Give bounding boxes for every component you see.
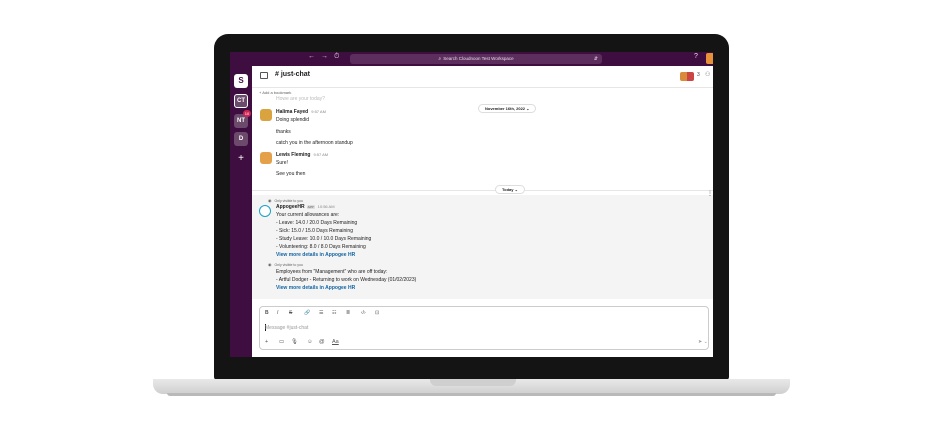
workspace-d[interactable]: D: [234, 132, 248, 146]
italic-button[interactable]: I: [277, 310, 278, 316]
workspace-rail: S CT NT 10 D +: [230, 66, 252, 357]
search-icon: ⌕: [438, 56, 442, 62]
video-clip-icon[interactable]: ▭: [279, 339, 284, 345]
message-text: - Leave: 14.0 / 20.0 Days Remaining: [276, 220, 358, 226]
forward-arrow-icon[interactable]: →: [321, 53, 328, 60]
ordered-list-icon[interactable]: ☰: [319, 310, 323, 316]
member-avatars[interactable]: [680, 72, 694, 81]
workspace-ct[interactable]: CT: [234, 94, 248, 108]
message-author[interactable]: Lewis Fleming 9:57 AM: [276, 152, 328, 158]
message-author[interactable]: Halima Fayed 9:57 AM: [276, 109, 326, 115]
send-icon[interactable]: ➤ ⌄: [698, 339, 708, 345]
message-text: - Sick: 15.0 / 15.0 Days Remaining: [276, 228, 353, 234]
history-icon[interactable]: ⏱: [334, 53, 339, 61]
top-bar: ← → ⏱ ⌕ Search Cloudnoon Test Workspace ⇵…: [230, 52, 713, 66]
add-workspace-button[interactable]: +: [234, 152, 248, 166]
partial-message: Howe are your today?: [276, 96, 325, 102]
visibility-note: ◉ Only visible to you: [268, 262, 303, 267]
channel-header: # just-chat 3 ⚇: [252, 66, 713, 88]
search-filter-icon[interactable]: ⇵: [594, 54, 598, 64]
add-bookmark-link[interactable]: + Add a bookmark: [259, 90, 291, 95]
date-divider-line: [252, 190, 713, 191]
message-text: thanks: [276, 129, 291, 135]
message-text: Doing splendid: [276, 117, 310, 123]
message-list: Howe are your today? November 16th, 2022…: [252, 96, 713, 299]
search-bar[interactable]: ⌕ Search Cloudnoon Test Workspace ⇵: [350, 54, 602, 64]
sidebar-toggle-icon[interactable]: [260, 72, 268, 79]
message-input[interactable]: Message #just-chat: [265, 325, 308, 331]
emoji-icon[interactable]: ☺: [307, 339, 313, 345]
appogee-logo-icon[interactable]: [259, 205, 271, 217]
strikethrough-button[interactable]: S: [289, 310, 292, 316]
avatar[interactable]: [260, 109, 272, 121]
message-text: - Artful Dodger - Returning to work on W…: [276, 277, 417, 283]
avatar[interactable]: [260, 152, 272, 164]
search-placeholder: Search Cloudnoon Test Workspace: [443, 56, 514, 61]
blockquote-icon[interactable]: ≣: [346, 310, 350, 316]
date-divider-pill[interactable]: November 16th, 2022 ⌄: [478, 104, 537, 113]
formatting-toggle-icon[interactable]: Aa: [332, 339, 339, 345]
message-text: Sure!: [276, 160, 288, 166]
message-text: Employees from "Management" who are off …: [276, 269, 388, 275]
ephemeral-messages: ◉ Only visible to you AppogeeHR APP 10:56 A…: [252, 195, 713, 299]
date-divider-pill[interactable]: Today ⌄: [495, 185, 525, 194]
microphone-icon[interactable]: 🎙: [291, 339, 298, 345]
message-composer: B I S 🔗 ☰ ☷ ≣ ‹/› ⊡ Message #just-chat +…: [259, 306, 709, 350]
workspace-logo[interactable]: S: [234, 74, 248, 88]
visibility-note: ◉ Only visible to you: [268, 198, 303, 203]
message-text: - Study Leave: 10.0 / 10.0 Days Remainin…: [276, 236, 372, 242]
member-count[interactable]: 3: [697, 72, 700, 78]
bold-button[interactable]: B: [265, 310, 269, 316]
app-screen: ← → ⏱ ⌕ Search Cloudnoon Test Workspace ⇵…: [230, 52, 713, 357]
mention-icon[interactable]: @: [319, 339, 325, 345]
laptop-notch: [430, 379, 516, 386]
add-member-icon[interactable]: ⚇: [705, 71, 710, 78]
view-details-link[interactable]: View more details in Appogee HR: [276, 252, 355, 258]
help-icon[interactable]: ?: [694, 53, 698, 60]
back-arrow-icon[interactable]: ←: [308, 53, 315, 60]
message-text: - Volunteering: 8.0 / 8.0 Days Remaining: [276, 244, 366, 250]
message-text: catch you in the afternoon standup: [276, 140, 353, 146]
bullet-list-icon[interactable]: ☷: [332, 310, 336, 316]
view-details-link[interactable]: View more details in Appogee HR: [276, 285, 355, 291]
code-block-icon[interactable]: ⊡: [375, 310, 379, 316]
link-icon[interactable]: 🔗: [304, 310, 310, 316]
channel-title[interactable]: # just-chat: [275, 71, 310, 78]
eye-icon: ◉: [268, 198, 272, 203]
more-actions-icon[interactable]: ⋮: [707, 190, 713, 197]
code-icon[interactable]: ‹/›: [361, 310, 366, 316]
attach-plus-icon[interactable]: +: [265, 339, 268, 345]
message-text: Your current allowances are:: [276, 212, 340, 218]
message-text: See you then: [276, 171, 306, 177]
message-author[interactable]: AppogeeHR APP 10:56 AM: [276, 204, 335, 210]
notification-badge: 10: [243, 110, 251, 117]
laptop-base-shadow: [167, 393, 776, 396]
eye-icon: ◉: [268, 262, 272, 267]
user-avatar[interactable]: [706, 53, 713, 64]
